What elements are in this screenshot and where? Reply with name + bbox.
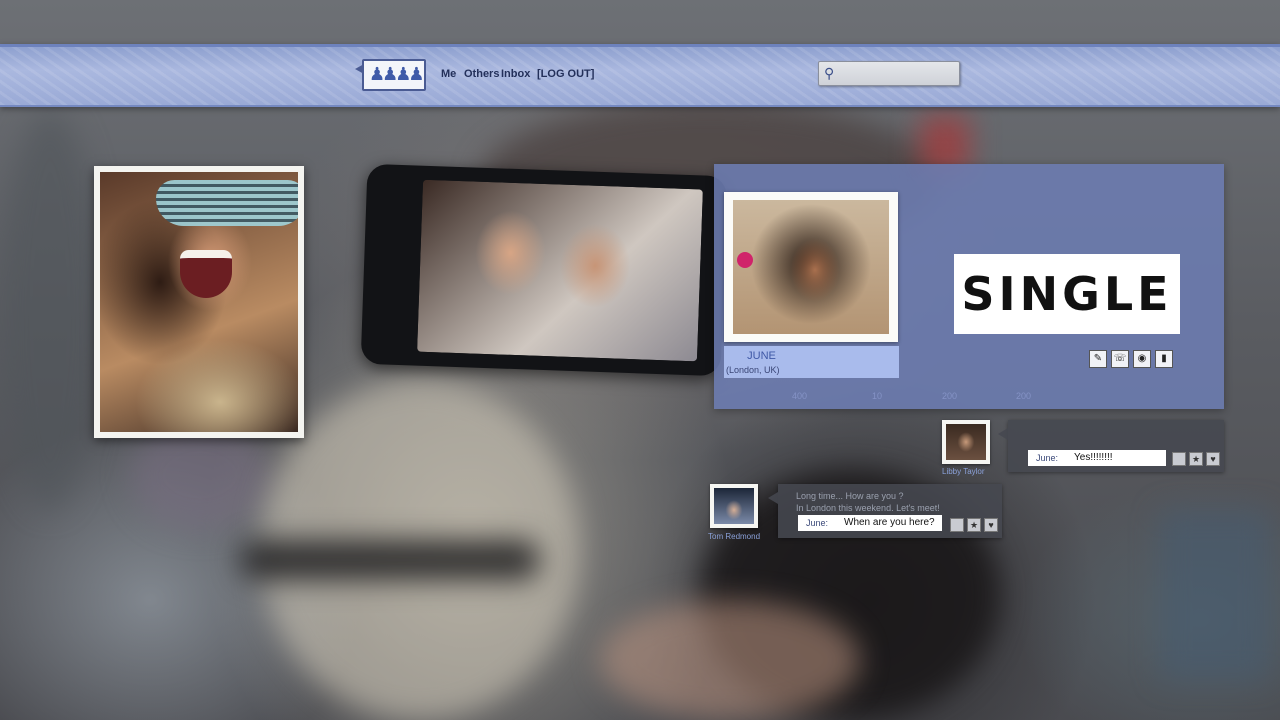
reply-text: When are you here? xyxy=(844,517,935,528)
profile-name: JUNE xyxy=(747,350,776,362)
avatar xyxy=(733,200,889,334)
square-icon[interactable] xyxy=(1172,452,1186,466)
background-hands xyxy=(600,600,860,720)
avatar xyxy=(946,424,986,460)
nav-me[interactable]: Me xyxy=(441,68,456,80)
chat-bubble: Long time... How are you ? In London thi… xyxy=(768,484,1002,538)
reply-sender: June: xyxy=(806,518,829,528)
mobile-icon[interactable]: ▮ xyxy=(1155,350,1173,368)
heart-glasses xyxy=(156,180,298,226)
friend-avatar[interactable] xyxy=(710,484,758,528)
stat-value: 200 xyxy=(942,391,958,401)
nav-others[interactable]: Others xyxy=(464,68,499,80)
reply-field[interactable]: June: Yes!!!!!!!! xyxy=(1028,450,1166,466)
chat-message-line: Long time... How are you ? xyxy=(796,491,904,501)
relationship-status-card: SINGLE xyxy=(954,254,1180,334)
edit-icon[interactable]: ✎ xyxy=(1089,350,1107,368)
chat-actions: ★ ♥ xyxy=(1172,452,1220,466)
profile-avatar-frame[interactable] xyxy=(724,192,898,342)
people-icon: ♟♟♟♟ xyxy=(369,64,425,84)
camera-icon[interactable]: ◉ xyxy=(1133,350,1151,368)
profile-panel: JUNE (London, UK) SINGLE ✎ ☏ ◉ ▮ 400 10 … xyxy=(714,164,1224,409)
reply-text: Yes!!!!!!!! xyxy=(1074,452,1113,463)
relationship-status: SINGLE xyxy=(961,267,1173,321)
phone-icon[interactable]: ☏ xyxy=(1111,350,1129,368)
phone-screen-photo xyxy=(417,179,703,362)
smile xyxy=(180,250,232,298)
star-icon[interactable]: ★ xyxy=(967,518,981,532)
profile-location: (London, UK) xyxy=(726,365,780,375)
chat-message-line: In London this weekend. Let's meet! xyxy=(796,503,940,513)
reply-field[interactable]: June: When are you here? xyxy=(798,515,942,531)
chat-actions: ★ ♥ xyxy=(950,518,998,532)
friend-name[interactable]: Libby Taylor xyxy=(942,467,985,476)
friend-avatar[interactable] xyxy=(942,420,990,464)
stat-value: 10 xyxy=(872,391,883,401)
star-icon[interactable]: ★ xyxy=(1189,452,1203,466)
background-frame xyxy=(1160,510,1270,680)
chat-bubble: June: Yes!!!!!!!! ★ ♥ xyxy=(998,420,1224,472)
smartphone xyxy=(360,163,728,377)
square-icon[interactable] xyxy=(950,518,964,532)
stat-value: 200 xyxy=(1016,391,1032,401)
heart-icon[interactable]: ♥ xyxy=(1206,452,1220,466)
avatar xyxy=(714,488,754,524)
search-input[interactable] xyxy=(845,65,957,82)
profile-tools: ✎ ☏ ◉ ▮ xyxy=(1089,350,1173,368)
chat-message: Long time... How are you ? In London thi… xyxy=(796,490,940,514)
photo-card[interactable] xyxy=(94,166,304,438)
background-belt xyxy=(240,540,540,580)
profile-name-box: JUNE (London, UK) xyxy=(724,346,899,378)
nav-inbox[interactable]: Inbox xyxy=(501,68,530,80)
friend-name[interactable]: Tom Redmond xyxy=(708,532,760,541)
search-icon: ⚲ xyxy=(824,65,835,81)
top-navigation-bar: ♟♟♟♟ Me Others Inbox [LOG OUT] ⚲ xyxy=(0,44,1280,107)
reply-sender: June: xyxy=(1036,453,1059,463)
selfie-photo xyxy=(100,172,298,432)
stat-value: 400 xyxy=(792,391,808,401)
nav-logout[interactable]: [LOG OUT] xyxy=(537,68,594,80)
background-wall xyxy=(0,110,100,510)
site-logo[interactable]: ♟♟♟♟ xyxy=(355,59,426,91)
search-box[interactable]: ⚲ xyxy=(818,61,960,86)
flower-icon xyxy=(737,252,753,268)
heart-icon[interactable]: ♥ xyxy=(984,518,998,532)
